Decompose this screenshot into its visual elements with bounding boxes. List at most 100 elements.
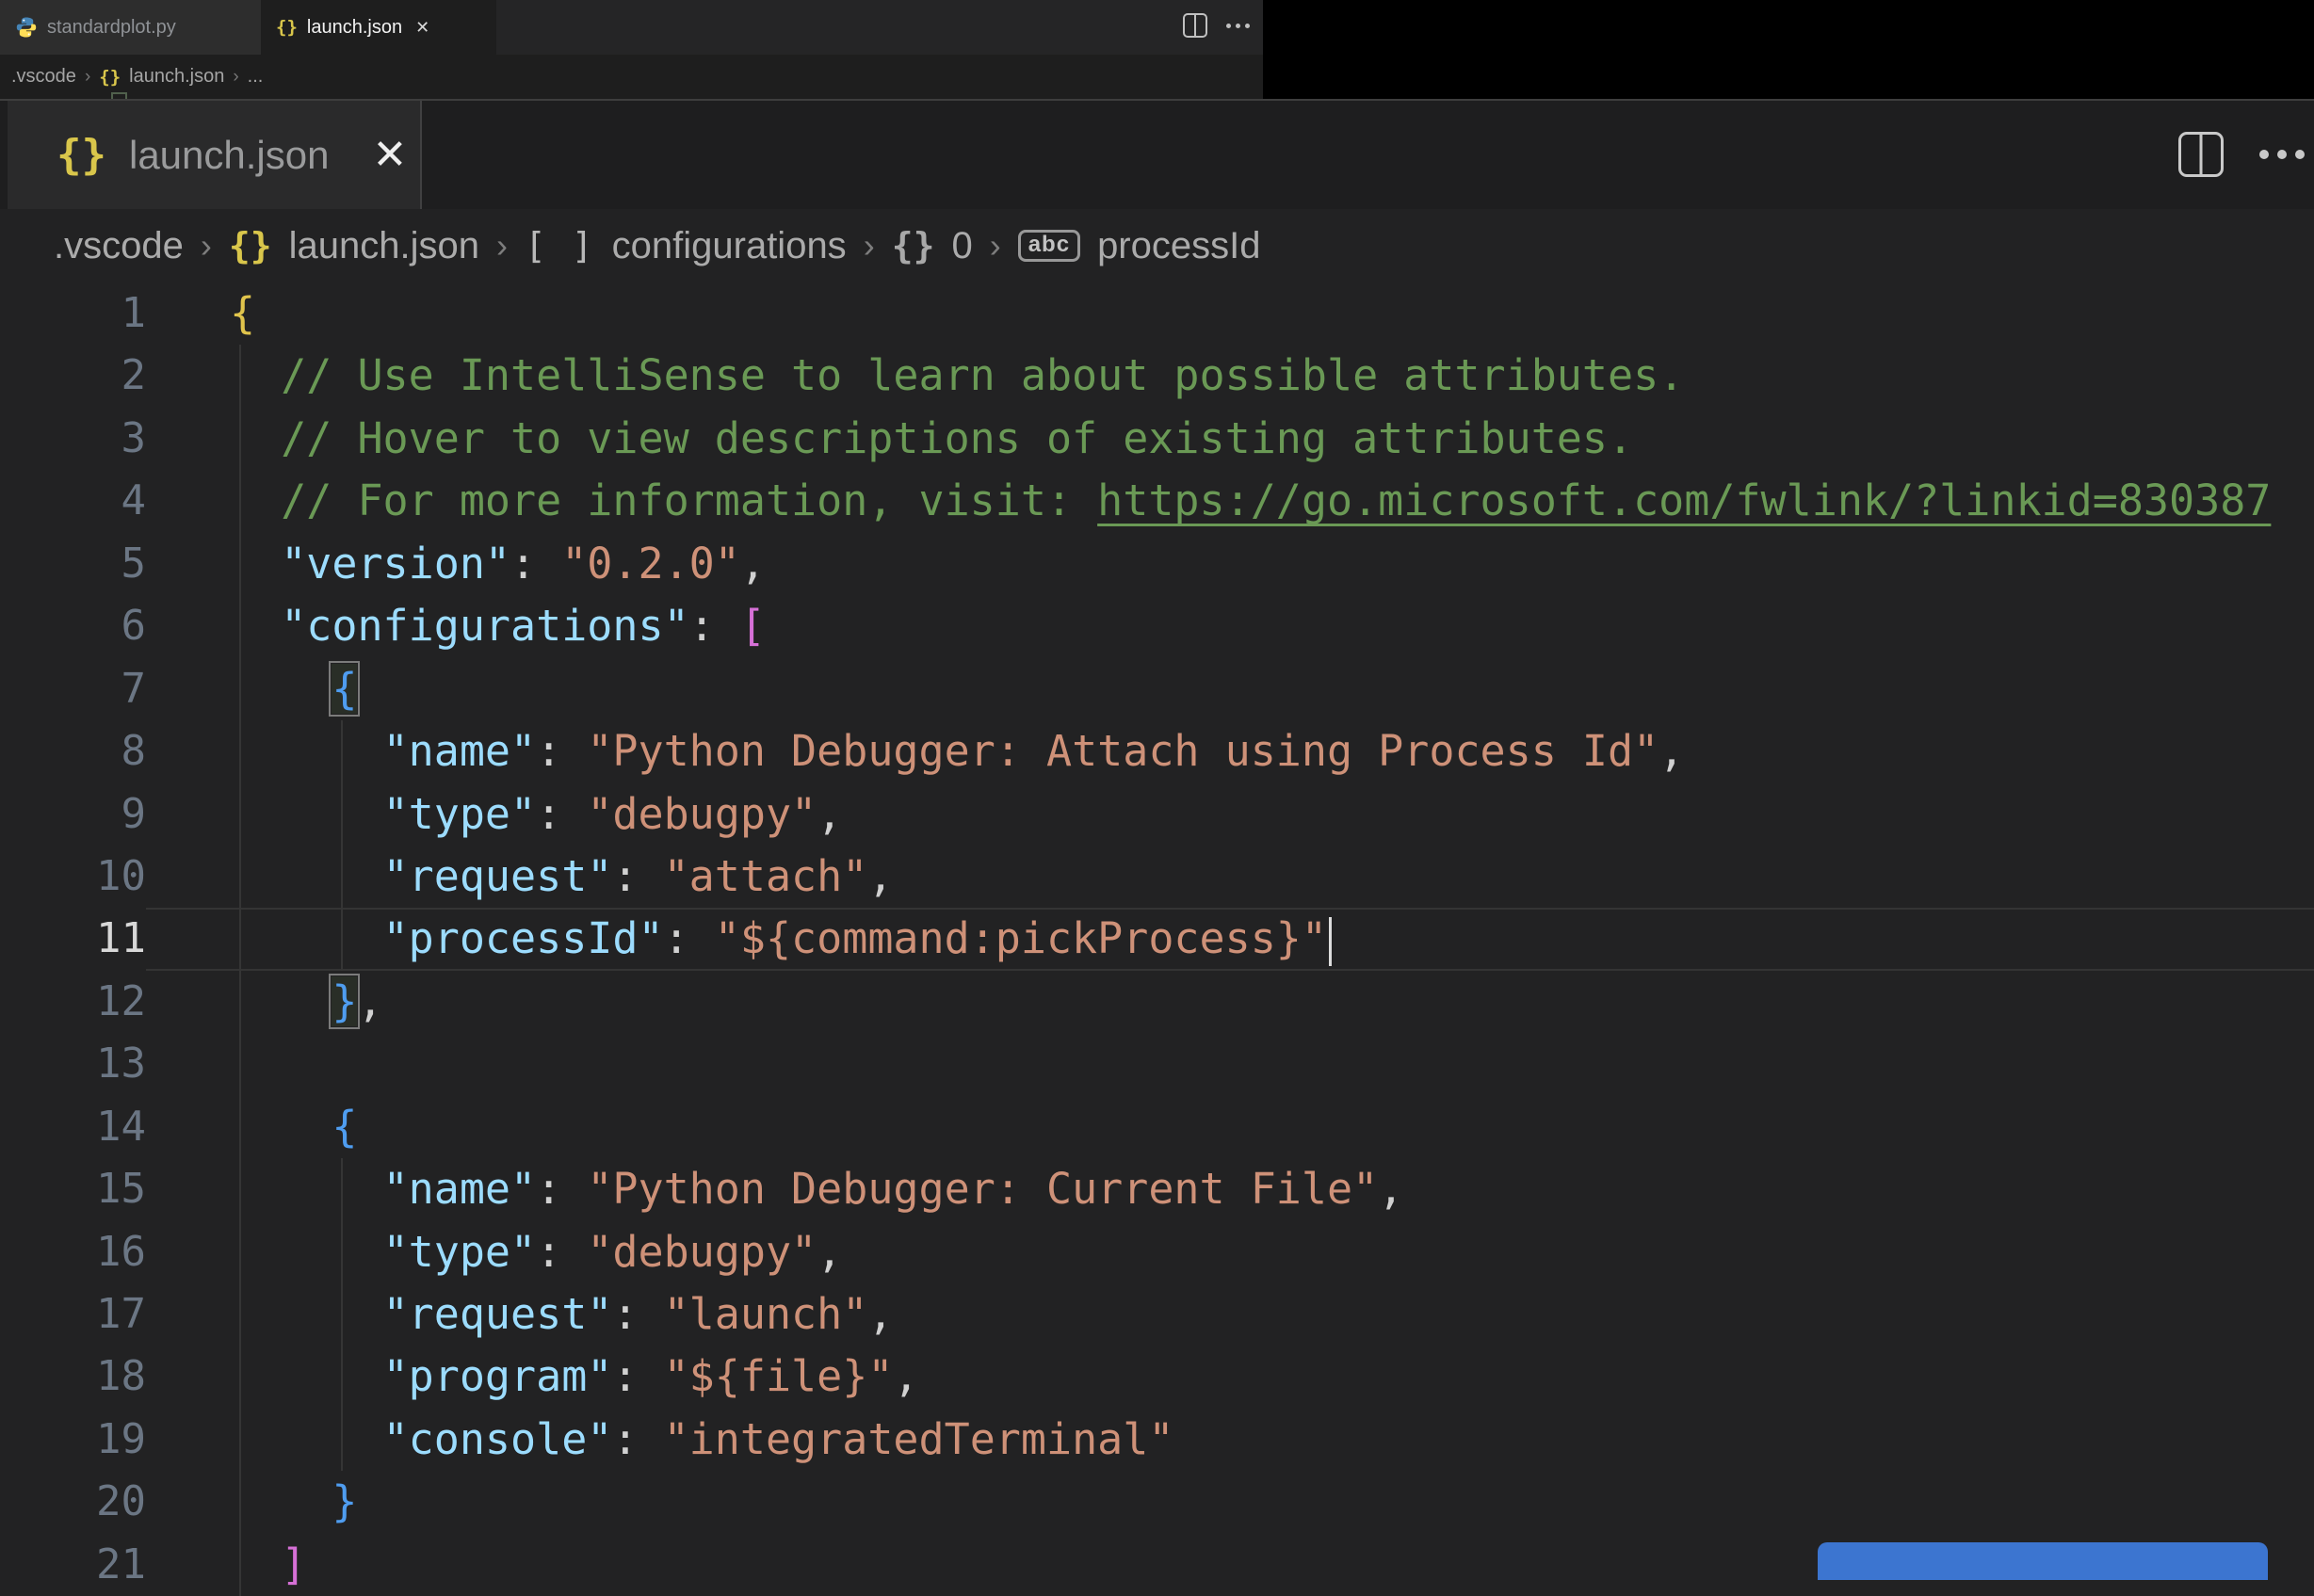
indent-guide [341, 1283, 344, 1346]
more-actions-icon[interactable] [2259, 150, 2305, 159]
chevron-right-icon: › [496, 226, 508, 265]
json-braces-icon: {} [276, 17, 298, 38]
indent-guide [239, 782, 241, 846]
code-line[interactable]: 18 "program": "${file}", [0, 1346, 2314, 1409]
breadcrumb-item-vscode[interactable]: .vscode [54, 225, 184, 267]
code-line-text[interactable]: "name": "Python Debugger: Current File", [146, 1158, 2314, 1221]
indent-guide [341, 1346, 344, 1409]
line-number: 18 [96, 1352, 146, 1401]
small-tab-label: launch.json [306, 16, 403, 38]
indent-guide [239, 1471, 241, 1534]
breadcrumb-item-0[interactable]: 0 [951, 225, 972, 267]
code-token: , [357, 975, 383, 1026]
code-line[interactable]: 10 "request": "attach", [0, 845, 2314, 909]
code-line[interactable]: 9 "type": "debugpy", [0, 782, 2314, 846]
code-line[interactable]: 19 "console": "integratedTerminal" [0, 1408, 2314, 1472]
more-actions-icon[interactable] [1226, 23, 1250, 28]
line-number: 19 [96, 1414, 146, 1463]
indent-guide [239, 970, 241, 1034]
code-line-text[interactable]: "type": "debugpy", [146, 782, 2314, 846]
tab-launch-json[interactable]: {} launch.json ✕ [8, 101, 422, 209]
breadcrumb-item-launch-json[interactable]: launch.json [129, 66, 224, 88]
code-token: "processId" [382, 913, 664, 964]
code-area[interactable]: 1{2 // Use IntelliSense to learn about p… [0, 282, 2314, 1596]
code-line-text[interactable]: "request": "launch", [146, 1283, 2314, 1346]
small-tab-launch-json[interactable]: {} launch.json ✕ [261, 0, 496, 55]
line-number: 6 [121, 602, 147, 651]
indent-guide [239, 1095, 241, 1159]
code-token: : [536, 726, 588, 777]
code-line[interactable]: 11 "processId": "${command:pickProcess}" [0, 908, 2314, 971]
code-line-text[interactable]: "console": "integratedTerminal" [146, 1408, 2314, 1472]
code-line[interactable]: 5 "version": "0.2.0", [0, 532, 2314, 596]
code-line-text[interactable]: "configurations": [ [146, 595, 2314, 658]
code-line-text[interactable]: { [146, 1095, 2314, 1159]
code-line[interactable]: 16 "type": "debugpy", [0, 1220, 2314, 1283]
json-braces-icon: {} [99, 66, 121, 88]
code-token: "debugpy" [587, 788, 817, 839]
breadcrumb-item-ellipsis[interactable]: ... [248, 66, 264, 88]
code-line[interactable]: 3 // Hover to view descriptions of exist… [0, 407, 2314, 471]
code-line[interactable]: 1{ [0, 282, 2314, 345]
breadcrumb-item-processid[interactable]: processId [1097, 225, 1260, 267]
code-line-text[interactable]: // Use IntelliSense to learn about possi… [146, 345, 2314, 408]
code-token: "type" [382, 788, 537, 839]
code-line[interactable]: 8 "name": "Python Debugger: Attach using… [0, 720, 2314, 783]
code-token: https://go.microsoft.com/fwlink/?linkid=… [1097, 476, 2272, 526]
code-line-text[interactable]: "type": "debugpy", [146, 1220, 2314, 1283]
code-line[interactable]: 7 { [0, 657, 2314, 721]
indent-guide [239, 1158, 241, 1221]
small-tab-label: standardplot.py [47, 16, 176, 38]
line-number: 20 [96, 1477, 146, 1526]
code-line-text[interactable]: "program": "${file}", [146, 1346, 2314, 1409]
code-token: "launch" [663, 1289, 868, 1339]
code-line-text[interactable]: }, [146, 970, 2314, 1034]
code-line[interactable]: 14 { [0, 1095, 2314, 1159]
code-token: : [536, 1226, 588, 1277]
code-line-text[interactable]: "version": "0.2.0", [146, 532, 2314, 596]
code-token: "${file}" [663, 1351, 894, 1402]
split-editor-icon[interactable] [2178, 132, 2224, 177]
code-line[interactable]: 20 } [0, 1471, 2314, 1534]
breadcrumb-item-configurations[interactable]: configurations [612, 225, 847, 267]
code-line[interactable]: 15 "name": "Python Debugger: Current Fil… [0, 1158, 2314, 1221]
line-number: 17 [96, 1290, 146, 1338]
code-line[interactable]: 4 // For more information, visit: https:… [0, 470, 2314, 533]
breadcrumb-item-launch-json[interactable]: launch.json [289, 225, 479, 267]
code-line-text[interactable]: // Hover to view descriptions of existin… [146, 407, 2314, 471]
breadcrumb-item-vscode[interactable]: .vscode [11, 66, 76, 88]
string-symbol-icon: abc [1017, 230, 1081, 262]
code-token: // Use IntelliSense to learn about possi… [281, 350, 1685, 401]
chevron-right-icon: › [989, 226, 1001, 265]
close-tab-icon[interactable]: ✕ [415, 18, 429, 38]
code-line[interactable]: 17 "request": "launch", [0, 1283, 2314, 1346]
line-number: 8 [121, 727, 147, 776]
code-line-text[interactable]: } [146, 1471, 2314, 1534]
indent-guide [239, 595, 241, 658]
code-line[interactable]: 2 // Use IntelliSense to learn about pos… [0, 345, 2314, 408]
chevron-right-icon: › [863, 226, 875, 265]
code-line-text[interactable]: { [146, 657, 2314, 721]
close-tab-icon[interactable]: ✕ [372, 131, 407, 179]
code-line[interactable]: 13 [0, 1033, 2314, 1096]
indent-guide [239, 532, 241, 596]
code-line-text[interactable]: // For more information, visit: https://… [146, 470, 2314, 533]
code-line-text[interactable] [146, 1033, 2314, 1096]
split-editor-icon[interactable] [1183, 13, 1207, 38]
indent-guide [239, 1220, 241, 1283]
add-configuration-button-partial[interactable] [1818, 1542, 2268, 1580]
code-line-text[interactable]: { [146, 282, 2314, 345]
array-symbol-icon: [ ] [525, 225, 595, 266]
code-line-text[interactable]: "name": "Python Debugger: Attach using P… [146, 720, 2314, 783]
code-line-text[interactable]: "processId": "${command:pickProcess}" [146, 908, 2314, 971]
code-line[interactable]: 6 "configurations": [ [0, 595, 2314, 658]
indent-guide [239, 1033, 241, 1096]
code-line[interactable]: 12 }, [0, 970, 2314, 1034]
small-tab-standardplot[interactable]: standardplot.py [0, 0, 261, 55]
code-line-text[interactable]: "request": "attach", [146, 845, 2314, 909]
